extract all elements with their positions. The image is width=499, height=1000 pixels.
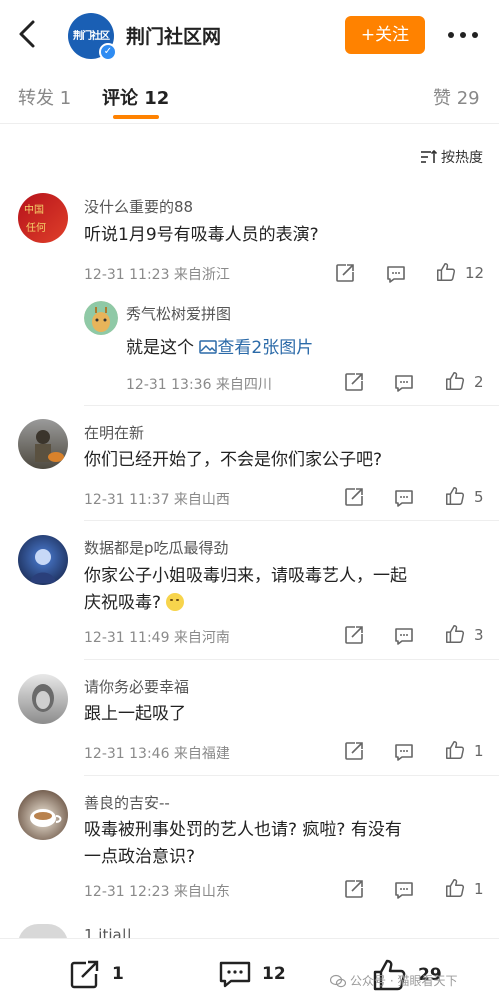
avatar-image (30, 549, 56, 583)
reply-avatar[interactable] (84, 301, 118, 335)
account-avatar[interactable]: 荆门社区 ✓ (68, 13, 117, 61)
tab-comments[interactable]: 评论 12 (102, 84, 169, 110)
bottom-action-bar: 1 12 29 (0, 938, 499, 1000)
comment-meta: 12-31 12:23 来自山东 (84, 884, 230, 900)
comment-text-line: 庆祝吸毒? (84, 593, 162, 613)
watermark: 公众号 · 猫眼看天下 (330, 972, 457, 989)
dot-icon (448, 32, 454, 38)
active-tab-indicator (113, 115, 159, 119)
comment-divider (84, 775, 499, 776)
comment-icon[interactable] (393, 625, 415, 647)
comment-text: 你们已经开始了，不会是你们家公子吧? (84, 450, 383, 470)
commenter-name[interactable]: 请你务必要幸福 (84, 676, 189, 697)
like-count: 2 (474, 373, 484, 391)
avatar-image (32, 684, 54, 712)
sort-label: 按热度 (441, 150, 483, 166)
like-thumb-icon[interactable] (443, 370, 467, 392)
comment-text: 跟上一起吸了 (84, 704, 186, 724)
comment-meta: 12-31 11:49 来自河南 (84, 630, 230, 646)
emoji-icon (166, 593, 185, 611)
wechat-icon (330, 974, 346, 987)
commenter-avatar[interactable] (18, 419, 68, 469)
more-options-button[interactable] (446, 32, 480, 40)
commenter-name[interactable]: 没什么重要的88 (84, 196, 193, 217)
view-images-link[interactable]: 查看2张图片 (199, 338, 313, 358)
comment-text-line: 你家公子小姐吸毒归来，请吸毒艺人，一起 (84, 566, 407, 586)
svg-text:中国: 中国 (24, 203, 44, 216)
watermark-text: 公众号 · 猫眼看天下 (350, 974, 458, 988)
dot-icon (460, 32, 466, 38)
repost-count: 1 (112, 964, 124, 984)
like-count: 1 (474, 880, 484, 898)
like-thumb-icon[interactable] (443, 623, 467, 645)
comment-text-row: 庆祝吸毒? (84, 590, 474, 617)
comment-divider (84, 405, 499, 406)
comment-meta: 12-31 11:23 来自浙江 (84, 267, 230, 283)
like-count: 3 (474, 626, 484, 644)
like-thumb-icon[interactable] (443, 739, 467, 761)
back-arrow-icon (19, 20, 35, 48)
avatar-image (30, 809, 62, 827)
share-icon[interactable] (343, 878, 365, 900)
account-name[interactable]: 荆门社区网 (126, 22, 221, 49)
comment-icon[interactable] (393, 741, 415, 763)
comment-meta: 12-31 13:46 来自福建 (84, 746, 230, 762)
tab-repost[interactable]: 转发 1 (18, 84, 71, 110)
like-count: 12 (465, 264, 485, 282)
account-avatar-text: 荆门社区 (73, 31, 110, 42)
comment-count: 12 (262, 964, 286, 984)
follow-button[interactable]: +关注 (345, 16, 425, 54)
share-icon[interactable] (334, 262, 356, 284)
comment-icon[interactable] (393, 879, 415, 901)
repost-icon (70, 960, 99, 989)
reply-text-row: 就是这个 查看2张图片 (126, 333, 313, 358)
share-icon[interactable] (343, 624, 365, 646)
comment-text-line: 一点政治意识? (84, 847, 196, 867)
giraffe-avatar-image (84, 301, 118, 335)
commenter-name[interactable]: 数据都是p吃瓜最得劲 (84, 537, 229, 558)
sort-icon (421, 149, 438, 163)
repost-button[interactable]: 1 (68, 959, 124, 989)
like-thumb-icon[interactable] (443, 485, 467, 507)
back-button[interactable] (14, 18, 42, 50)
commenter-name[interactable]: 善良的吉安-- (84, 792, 170, 813)
image-icon (199, 340, 218, 354)
share-icon[interactable] (343, 486, 365, 508)
comment-button[interactable]: 12 (218, 959, 286, 989)
commenter-avatar[interactable] (18, 674, 68, 724)
tab-bar: 转发 1 评论 12 赞 29 (0, 68, 499, 124)
comment-text-line: 吸毒被刑事处罚的艺人也请? 疯啦? 有没有 (84, 820, 402, 840)
avatar-image: 中国 任何 (24, 203, 46, 234)
top-bar: 荆门社区 ✓ 荆门社区网 +关注 (0, 0, 499, 68)
comment-text: 听说1月9号有吸毒人员的表演? (84, 225, 319, 245)
tab-likes[interactable]: 赞 29 (433, 84, 480, 110)
sort-toggle[interactable]: 按热度 (420, 147, 483, 167)
verified-badge-icon: ✓ (99, 43, 117, 61)
dot-icon (472, 32, 478, 38)
comment-meta: 12-31 11:37 来自山西 (84, 492, 230, 508)
share-icon[interactable] (343, 371, 365, 393)
svg-text:任何: 任何 (26, 221, 46, 234)
avatar-image (35, 430, 64, 462)
share-icon[interactable] (343, 740, 365, 762)
like-count: 5 (474, 488, 484, 506)
comment-divider (84, 520, 499, 521)
comment-icon[interactable] (393, 487, 415, 509)
comment-icon (219, 961, 251, 988)
like-thumb-icon[interactable] (434, 261, 458, 283)
like-thumb-icon[interactable] (443, 877, 467, 899)
comment-icon[interactable] (385, 263, 407, 285)
comment-icon[interactable] (393, 372, 415, 394)
commenter-avatar[interactable] (18, 790, 68, 840)
reply-author-name[interactable]: 秀气松树爱拼图 (126, 303, 231, 324)
reply-text: 就是这个 (126, 338, 194, 358)
commenter-name[interactable]: 在明在新 (84, 422, 144, 443)
commenter-avatar[interactable]: 中国 任何 (18, 193, 68, 243)
like-count: 1 (474, 742, 484, 760)
reply-meta: 12-31 13:36 来自四川 (126, 377, 272, 393)
comment-divider (84, 659, 499, 660)
view-images-label: 查看2张图片 (217, 338, 314, 358)
commenter-avatar[interactable] (18, 535, 68, 585)
